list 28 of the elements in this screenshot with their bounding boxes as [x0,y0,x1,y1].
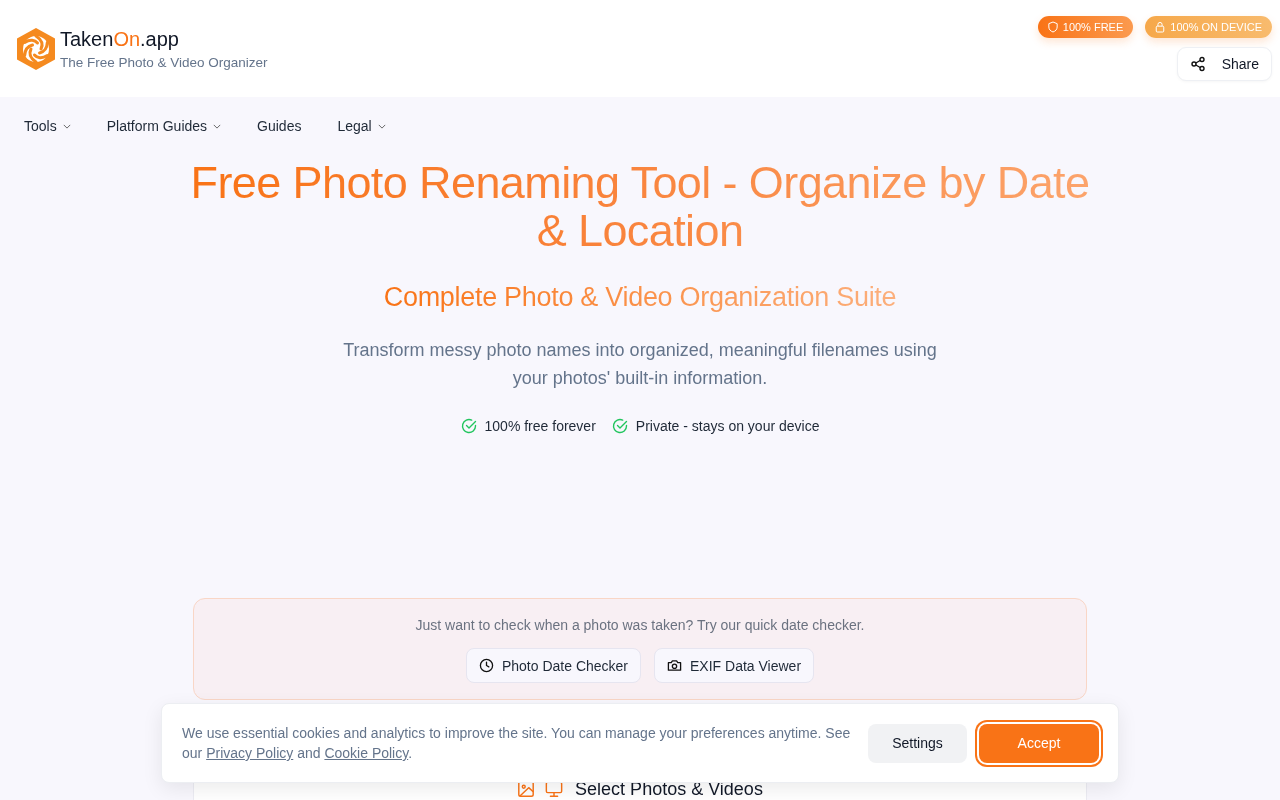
lock-icon [1155,21,1166,33]
feature-badge: 100% ON DEVICE [1145,16,1272,38]
nav-link[interactable]: Tools [24,118,71,134]
share-button[interactable]: Share [1176,47,1272,81]
clock-icon [478,658,494,673]
nav-link[interactable]: Platform Guides [106,118,222,134]
check-circle-icon [611,418,628,434]
policy-link[interactable]: Privacy Policy [206,745,294,761]
brand-name[interactable]: TakenOn.app [60,25,268,52]
image-icon [517,780,536,798]
shield-icon [1047,21,1058,33]
feature-text: 100% free forever [484,417,596,436]
nav-link[interactable]: Guides [257,118,302,134]
tool-link-button[interactable]: Photo Date Checker [465,648,642,683]
nav-link[interactable]: Legal [337,118,386,134]
feature-text: Private - stays on your device [635,417,820,436]
share-icon [1189,56,1206,72]
check-circle-icon [460,418,477,434]
cookie-message: We use essential cookies and analytics to improve the site. You can manage your preferences anytime. See our Privacy Policy and Cookie Policy. [182,724,852,763]
settings-button[interactable]: Settings [868,723,967,763]
description: Transform messy photo names into organized, meaningful filenames using your photos' built-in information. [342,339,938,390]
quick-check-prompt: Just want to check when a photo was taken? Try our quick date checker. [414,616,866,635]
feature-badge: 100% FREE [1037,16,1134,38]
tagline: The Free Photo & Video Organizer [60,53,268,72]
camera-icon [667,658,683,673]
tool-link-button[interactable]: EXIF Data Viewer [654,648,815,683]
monitor-icon [545,780,564,798]
logo-icon [17,28,55,70]
